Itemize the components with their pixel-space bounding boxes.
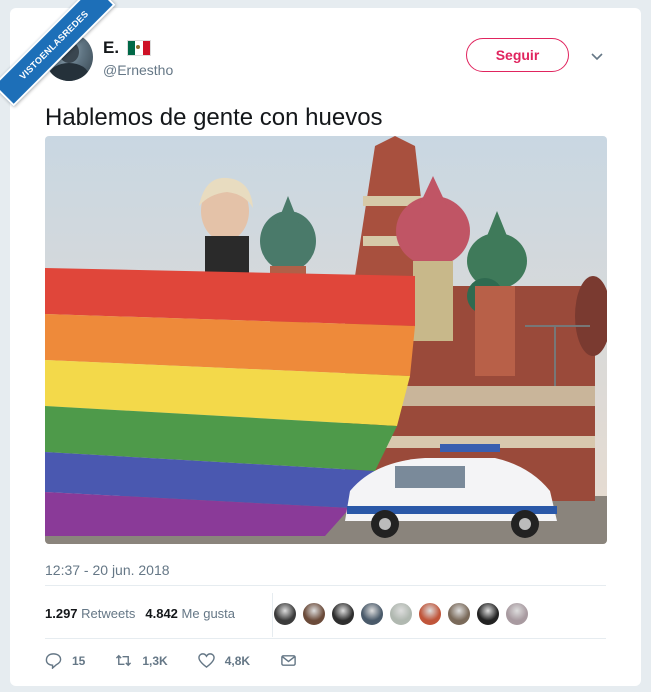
liker-avatar[interactable] — [302, 602, 326, 626]
user-name-row[interactable]: E. — [103, 38, 152, 58]
liker-avatar[interactable] — [505, 602, 529, 626]
retweet-count: 1,3K — [142, 653, 168, 668]
retweet-stat[interactable]: 1.297 Retweets — [45, 606, 135, 621]
envelope-icon[interactable] — [280, 652, 297, 669]
action-bar: 15 1,3K 4,8K — [45, 652, 327, 669]
like-action[interactable]: 4,8K — [197, 652, 251, 669]
liker-avatar[interactable] — [331, 602, 355, 626]
liker-avatar[interactable] — [447, 602, 471, 626]
likes-stat[interactable]: 4.842 Me gusta — [145, 606, 235, 621]
tweet-photo[interactable] — [45, 136, 607, 544]
reply-icon[interactable] — [45, 652, 62, 669]
tweet-card: VISTOENLASREDES E. @Ernestho Seguir Habl… — [0, 0, 641, 686]
engagement-stats: 1.297 Retweets 4.842 Me gusta — [45, 606, 235, 621]
liker-avatar[interactable] — [389, 602, 413, 626]
liker-avatar[interactable] — [360, 602, 384, 626]
liker-avatar[interactable] — [273, 602, 297, 626]
user-handle[interactable]: @Ernestho — [103, 62, 173, 78]
follow-button[interactable]: Seguir — [466, 38, 569, 72]
watermark-banner: VISTOENLASREDES — [0, 0, 116, 107]
divider — [45, 585, 606, 586]
liker-avatar[interactable] — [476, 602, 500, 626]
tweet-photo-image — [45, 136, 607, 544]
retweet-icon[interactable] — [115, 652, 132, 669]
reply-action[interactable]: 15 — [45, 652, 85, 669]
retweet-action[interactable]: 1,3K — [115, 652, 168, 669]
divider — [45, 638, 606, 639]
mexico-flag-icon — [127, 40, 152, 56]
user-name[interactable]: E. — [103, 38, 119, 58]
heart-icon[interactable] — [197, 652, 215, 669]
like-count: 4,8K — [224, 653, 251, 668]
liker-avatar[interactable] — [418, 602, 442, 626]
message-action[interactable] — [280, 652, 297, 669]
reply-count: 15 — [72, 653, 86, 668]
liker-avatars — [273, 602, 529, 626]
tweet-text: Hablemos de gente con huevos — [45, 104, 383, 131]
chevron-down-icon[interactable] — [590, 50, 604, 64]
tweet-timestamp[interactable]: 12:37 - 20 jun. 2018 — [45, 562, 170, 578]
